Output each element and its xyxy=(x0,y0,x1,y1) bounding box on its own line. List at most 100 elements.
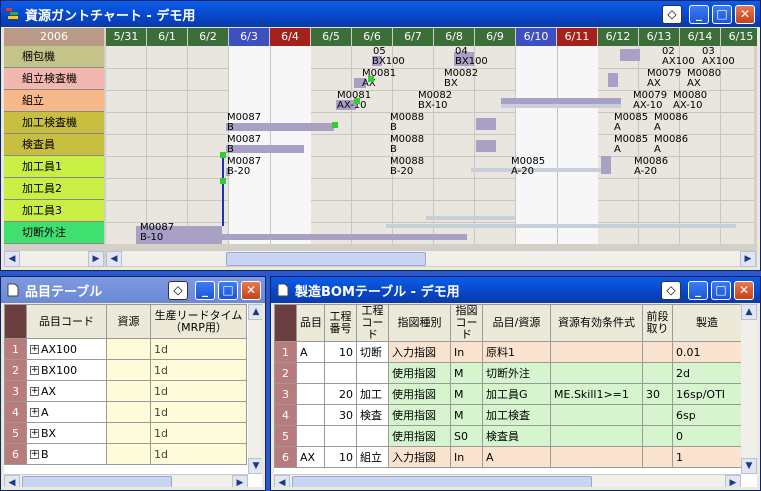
setup-cell[interactable] xyxy=(642,425,673,447)
gantt-titlebar[interactable]: 資源ガントチャート - デモ用 ◇ _ □ ✕ xyxy=(1,1,760,27)
resource-label[interactable]: 加工検査機 xyxy=(4,112,104,134)
scroll-left-arrow[interactable]: ◀ xyxy=(274,475,290,487)
condition-cell[interactable]: ME.Skill1>=1 xyxy=(550,383,643,405)
scroll-thumb[interactable] xyxy=(22,476,172,487)
item-resource-cell[interactable]: 検査員 xyxy=(482,425,551,447)
condition-cell[interactable] xyxy=(550,362,643,384)
order-kind-cell[interactable]: 入力指図 xyxy=(388,341,451,363)
task-bar[interactable] xyxy=(426,216,516,220)
item-code-cell[interactable]: + A xyxy=(26,401,107,423)
item-code-cell[interactable]: + BX100 xyxy=(26,359,107,381)
gantt-hscrollbar[interactable]: ◀ ▶ xyxy=(106,250,756,267)
table-row[interactable]: 4 30 検査 使用指図 M 加工検査 6sp xyxy=(274,404,742,426)
order-kind-cell[interactable]: 使用指図 xyxy=(388,383,451,405)
process-code-cell[interactable]: 組立 xyxy=(356,446,389,468)
order-code-cell[interactable]: M xyxy=(450,404,483,426)
diamond-icon[interactable]: ◇ xyxy=(661,281,681,300)
table-row[interactable]: 2 使用指図 M 切断外注 2d xyxy=(274,362,742,384)
maximize-button[interactable]: □ xyxy=(712,5,732,24)
row-number[interactable]: 6 xyxy=(274,446,297,468)
order-code-cell[interactable]: S0 xyxy=(450,425,483,447)
scroll-up-arrow[interactable]: ▲ xyxy=(741,304,757,320)
lead-time-cell[interactable]: 1d xyxy=(150,401,247,423)
task-bar[interactable] xyxy=(608,73,618,87)
lead-time-cell[interactable]: 1d xyxy=(150,380,247,402)
lead-time-cell[interactable]: 1d xyxy=(150,443,247,465)
close-button[interactable]: ✕ xyxy=(241,281,261,300)
item-vscrollbar[interactable]: ▲ ▼ xyxy=(248,304,262,474)
expand-icon[interactable]: + xyxy=(30,408,39,417)
process-no-cell[interactable] xyxy=(324,425,357,447)
task-bar[interactable] xyxy=(476,140,496,152)
col-manufacturing[interactable]: 製造 xyxy=(672,304,742,342)
col-resource-condition[interactable]: 資源有効条件式 xyxy=(550,304,643,342)
process-no-cell[interactable]: 10 xyxy=(324,446,357,468)
table-row[interactable]: 4 + A 1d xyxy=(4,401,247,423)
scroll-up-arrow[interactable]: ▲ xyxy=(248,304,262,320)
row-number[interactable]: 4 xyxy=(4,401,27,423)
table-row[interactable]: 6 + B 1d xyxy=(4,443,247,465)
process-no-cell[interactable]: 10 xyxy=(324,341,357,363)
expand-icon[interactable]: + xyxy=(30,450,39,459)
table-row[interactable]: 3 20 加工 使用指図 M 加工員G ME.Skill1>=1 30 16sp/OTI xyxy=(274,383,742,405)
process-code-cell[interactable]: 検査 xyxy=(356,404,389,426)
task-bar[interactable] xyxy=(386,224,736,228)
process-no-cell[interactable] xyxy=(324,362,357,384)
resource-cell[interactable] xyxy=(106,359,151,381)
process-code-cell[interactable]: 加工 xyxy=(356,383,389,405)
process-code-cell[interactable]: 切断 xyxy=(356,341,389,363)
process-no-cell[interactable]: 30 xyxy=(324,404,357,426)
item-table-titlebar[interactable]: 品目テーブル ◇ _ □ ✕ xyxy=(1,277,265,303)
order-kind-cell[interactable]: 使用指図 xyxy=(388,425,451,447)
manufacturing-cell[interactable]: 6sp xyxy=(672,404,742,426)
row-number[interactable]: 1 xyxy=(274,341,297,363)
close-button[interactable]: ✕ xyxy=(734,281,754,300)
task-bar[interactable] xyxy=(471,168,611,172)
condition-cell[interactable] xyxy=(550,341,643,363)
item-cell[interactable] xyxy=(296,383,325,405)
scroll-right-arrow[interactable]: ▶ xyxy=(232,475,248,487)
diamond-icon[interactable]: ◇ xyxy=(168,281,188,300)
expand-icon[interactable]: + xyxy=(30,387,39,396)
label-hscrollbar[interactable]: ◀ ▶ xyxy=(4,250,104,267)
row-number[interactable]: 3 xyxy=(4,380,27,402)
setup-cell[interactable] xyxy=(642,362,673,384)
col-item[interactable]: 品目 xyxy=(296,304,325,342)
col-item-code[interactable]: 品目コード xyxy=(26,304,107,339)
col-item-resource[interactable]: 品目/資源 xyxy=(482,304,551,342)
task-bar[interactable] xyxy=(620,49,640,61)
manufacturing-cell[interactable]: 1 xyxy=(672,446,742,468)
scroll-thumb[interactable] xyxy=(292,476,592,487)
row-number[interactable]: 5 xyxy=(274,425,297,447)
table-row[interactable]: 1 + AX100 1d xyxy=(4,338,247,360)
bom-hscrollbar[interactable]: ◀ ▶ xyxy=(274,474,741,487)
col-lead-time[interactable]: 生産リードタイム（MRP用） xyxy=(150,304,247,339)
item-cell[interactable] xyxy=(296,362,325,384)
scroll-down-arrow[interactable]: ▼ xyxy=(248,458,262,474)
resource-label[interactable]: 加工員2 xyxy=(4,178,104,200)
item-code-cell[interactable]: + AX100 xyxy=(26,338,107,360)
row-number[interactable]: 2 xyxy=(4,359,27,381)
resource-label[interactable]: 加工員3 xyxy=(4,200,104,222)
item-code-cell[interactable]: + AX xyxy=(26,380,107,402)
scroll-right-arrow[interactable]: ▶ xyxy=(725,475,741,487)
condition-cell[interactable] xyxy=(550,425,643,447)
manufacturing-cell[interactable]: 16sp/OTI xyxy=(672,383,742,405)
order-kind-cell[interactable]: 入力指図 xyxy=(388,446,451,468)
item-code-cell[interactable]: + B xyxy=(26,443,107,465)
task-bar[interactable] xyxy=(476,118,496,130)
item-cell[interactable]: AX xyxy=(296,446,325,468)
process-code-cell[interactable] xyxy=(356,362,389,384)
row-number[interactable]: 4 xyxy=(274,404,297,426)
bom-vscrollbar[interactable]: ▲ ▼ xyxy=(741,304,757,474)
table-row[interactable]: 3 + AX 1d xyxy=(4,380,247,402)
row-number[interactable]: 5 xyxy=(4,422,27,444)
scroll-down-arrow[interactable]: ▼ xyxy=(741,458,757,474)
resource-label[interactable]: 組立 xyxy=(4,90,104,112)
lead-time-cell[interactable]: 1d xyxy=(150,338,247,360)
gantt-grid[interactable]: 05 BX100 04 BX100 02 AX100 03 AX100 M008… xyxy=(106,46,754,244)
scroll-right-arrow[interactable]: ▶ xyxy=(88,251,104,267)
scroll-thumb[interactable] xyxy=(226,252,426,266)
manufacturing-cell[interactable]: 0.01 xyxy=(672,341,742,363)
lead-time-cell[interactable]: 1d xyxy=(150,422,247,444)
